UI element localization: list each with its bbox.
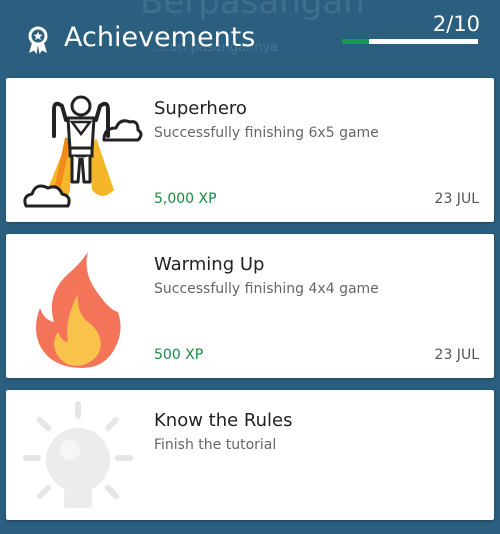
achievement-counter: 2/10 bbox=[432, 12, 480, 36]
achievement-date: 23 JUL bbox=[434, 191, 479, 207]
achievement-xp: 5,000 XP bbox=[154, 191, 217, 207]
achievement-date: 23 JUL bbox=[434, 347, 479, 363]
page-title: Achievements bbox=[64, 22, 256, 53]
flame-icon bbox=[36, 252, 121, 368]
achievement-title: Warming Up bbox=[154, 254, 265, 275]
lightbulb-icon bbox=[23, 401, 133, 508]
achievement-card-superhero[interactable]: Superhero Successfully finishing 6x5 gam… bbox=[6, 78, 494, 222]
achievement-title: Know the Rules bbox=[154, 410, 293, 431]
achievement-progress-fill bbox=[342, 39, 370, 44]
achievement-description: Finish the tutorial bbox=[154, 437, 277, 453]
header-bar: Achievements 2/10 bbox=[0, 0, 500, 70]
achievement-card-warming-up[interactable]: Warming Up Successfully finishing 4x4 ga… bbox=[6, 234, 494, 378]
achievement-title: Superhero bbox=[154, 98, 247, 119]
superhero-icon bbox=[23, 95, 143, 208]
achievement-progress-bar bbox=[342, 39, 478, 44]
achievement-card-know-the-rules[interactable]: Know the Rules Finish the tutorial bbox=[6, 390, 494, 520]
achievement-description: Successfully finishing 4x4 game bbox=[154, 281, 379, 297]
ribbon-award-icon bbox=[28, 26, 48, 54]
achievement-xp: 500 XP bbox=[154, 347, 204, 363]
achievement-description: Successfully finishing 6x5 game bbox=[154, 125, 379, 141]
